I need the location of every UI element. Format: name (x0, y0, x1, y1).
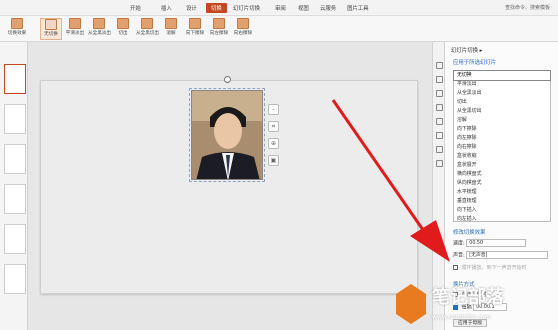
watermark-logo (396, 284, 426, 324)
watermark-url: www.notetribe.com (432, 314, 491, 321)
arrow-head (410, 220, 450, 262)
watermark: 笔记部落 www.notetribe.com (392, 280, 558, 330)
arrow-line (331, 99, 432, 241)
watermark-text: 笔记部落 (432, 287, 504, 308)
